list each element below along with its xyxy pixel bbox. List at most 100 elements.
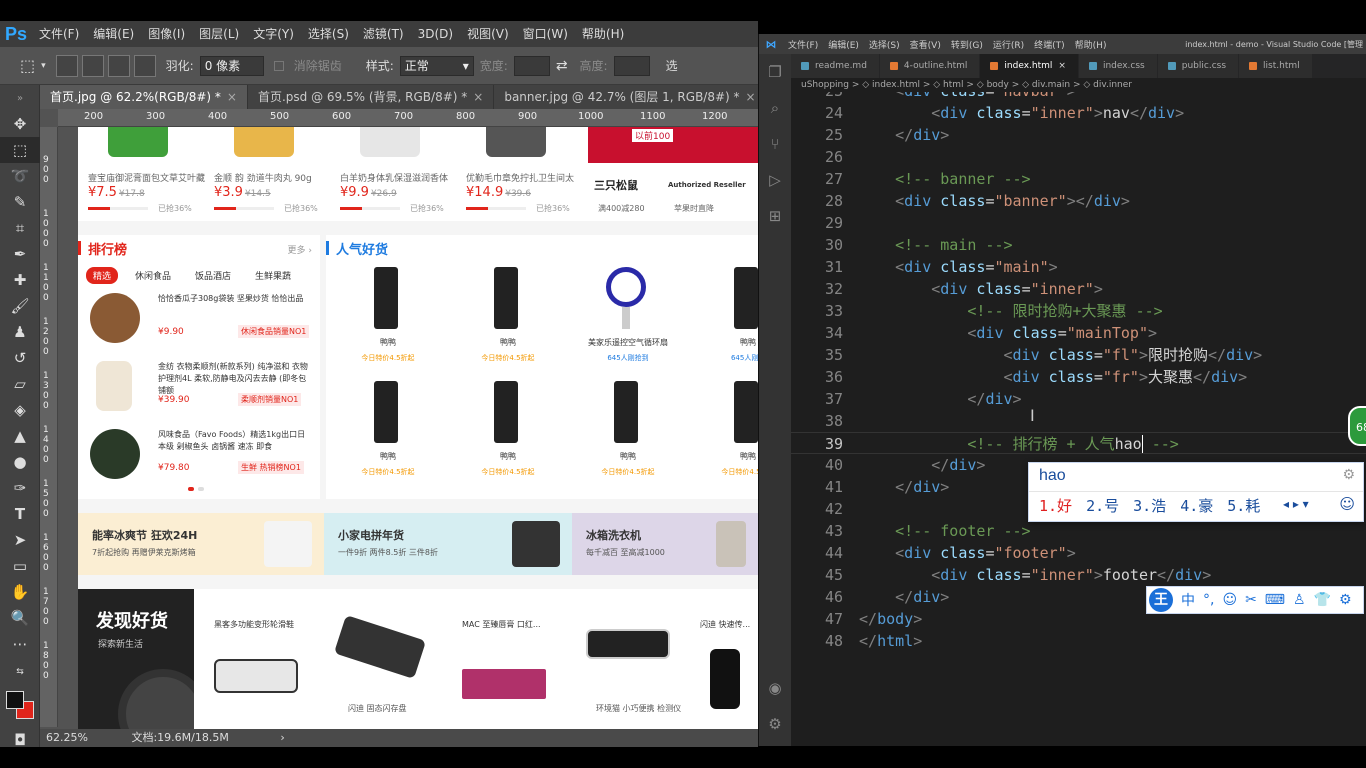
close-icon[interactable]: × <box>473 90 483 104</box>
lasso-tool-icon[interactable]: ➰ <box>0 163 40 189</box>
ime-candidate[interactable]: 3.浩 <box>1133 495 1166 516</box>
crop-tool-icon[interactable]: ⌗ <box>0 215 40 241</box>
ps-tab-1[interactable]: 首页.jpg @ 62.2%(RGB/8#) * × <box>40 85 248 109</box>
vs-menu-terminal[interactable]: 终端(T) <box>1029 38 1070 51</box>
tab-index-css[interactable]: index.css <box>1078 54 1158 78</box>
ime-candidate[interactable]: 5.耗 <box>1227 495 1260 516</box>
status-arrow-icon[interactable]: › <box>280 731 284 744</box>
user-icon[interactable]: ♙ <box>1289 592 1310 608</box>
style-select[interactable]: 正常 ▾ <box>399 55 474 76</box>
vs-menu-help[interactable]: 帮助(H) <box>1070 38 1112 51</box>
blur-tool-icon[interactable]: ▲ <box>0 423 40 449</box>
dodge-tool-icon[interactable]: ● <box>0 449 40 475</box>
vs-menu-goto[interactable]: 转到(G) <box>946 38 988 51</box>
quick-select-tool-icon[interactable]: ✎ <box>0 189 40 215</box>
vs-menu-edit[interactable]: 编辑(E) <box>823 38 864 51</box>
pen-tool-icon[interactable]: ✑ <box>0 475 40 501</box>
ps-menu-layer[interactable]: 图层(L) <box>192 21 246 47</box>
vs-menu-selection[interactable]: 选择(S) <box>864 38 905 51</box>
antialias-checkbox[interactable] <box>273 60 284 71</box>
eraser-tool-icon[interactable]: ▱ <box>0 371 40 397</box>
tab-public-css[interactable]: public.css <box>1157 54 1240 78</box>
stamp-tool-icon[interactable]: ♟ <box>0 319 40 345</box>
vs-menu-run[interactable]: 运行(R) <box>988 38 1029 51</box>
ps-menu-edit[interactable]: 编辑(E) <box>86 21 141 47</box>
type-tool-icon[interactable]: T <box>0 501 40 527</box>
ps-menu-filter[interactable]: 滤镜(T) <box>356 21 411 47</box>
ps-menu-view[interactable]: 视图(V) <box>460 21 516 47</box>
vs-menu-view[interactable]: 查看(V) <box>905 38 946 51</box>
width-input[interactable] <box>513 55 550 76</box>
ps-tab-2[interactable]: 首页.psd @ 69.5% (背景, RGB/8#) * × <box>248 85 495 109</box>
brush-tool-icon[interactable]: 🖌 <box>0 293 40 319</box>
intersect-selection-icon[interactable] <box>133 54 156 77</box>
scissors-icon[interactable]: ✂ <box>1241 592 1261 608</box>
swap-colors-icon[interactable]: ⇆ <box>0 657 40 687</box>
gear-icon[interactable]: ⚙ <box>1342 467 1355 483</box>
tab-4-outline[interactable]: 4-outline.html <box>879 54 981 78</box>
explorer-icon[interactable]: ❐ <box>759 54 791 90</box>
code-editor[interactable]: 23 <div class="navbar"> 24 <div class="i… <box>791 92 1366 746</box>
ps-menu-window[interactable]: 窗口(W) <box>516 21 575 47</box>
feather-input[interactable]: 0 像素 <box>199 55 264 76</box>
shape-tool-icon[interactable]: ▭ <box>0 553 40 579</box>
search-icon[interactable]: ⌕ <box>759 90 791 126</box>
select-mask-button[interactable]: 选 <box>666 57 678 74</box>
floating-badge[interactable]: 68 <box>1348 406 1366 446</box>
ime-candidate[interactable]: 2.号 <box>1086 495 1119 516</box>
ime-candidate[interactable]: 4.豪 <box>1180 495 1213 516</box>
more-tools-icon[interactable]: ⋯ <box>0 631 40 657</box>
collapse-icon[interactable]: » <box>0 85 40 111</box>
ps-menu-3d[interactable]: 3D(D) <box>411 21 460 47</box>
ime-page-nav[interactable]: ◂ ▸ ▾ <box>1283 497 1309 511</box>
punctuation-icon[interactable]: °, <box>1199 592 1218 608</box>
ime-logo-icon[interactable]: 王 <box>1149 588 1173 612</box>
keyboard-icon[interactable]: ⌨ <box>1261 592 1289 608</box>
close-icon[interactable]: × <box>1058 61 1066 71</box>
emoji-icon[interactable]: ☺ <box>1339 495 1355 513</box>
swap-icon[interactable]: ⇄ <box>556 58 568 74</box>
skin-icon[interactable]: 👕 <box>1310 592 1335 608</box>
marquee-tool-icon[interactable]: ⬚ <box>20 56 35 75</box>
ime-mode-toggle[interactable]: 中 <box>1177 590 1199 610</box>
run-debug-icon[interactable]: ▷ <box>759 162 791 198</box>
ime-candidate[interactable]: 1.好 <box>1039 495 1072 516</box>
source-control-icon[interactable]: ⑂ <box>759 126 791 162</box>
ps-menu-image[interactable]: 图像(I) <box>141 21 192 47</box>
vs-menu-file[interactable]: 文件(F) <box>783 38 823 51</box>
rect-marquee-tool-icon[interactable]: ⬚ <box>0 137 40 163</box>
ps-tab-3[interactable]: banner.jpg @ 42.7% (图层 1, RGB/8#) * × <box>494 85 767 109</box>
breadcrumb[interactable]: uShopping > ◇ index.html > ◇ html > ◇ bo… <box>791 78 1366 92</box>
move-tool-icon[interactable]: ✥ <box>0 111 40 137</box>
chevron-down-icon[interactable]: ▾ <box>41 61 46 71</box>
close-icon[interactable]: × <box>746 90 756 104</box>
eyedropper-tool-icon[interactable]: ✒ <box>0 241 40 267</box>
ps-menu-type[interactable]: 文字(Y) <box>246 21 301 47</box>
zoom-tool-icon[interactable]: 🔍 <box>0 605 40 631</box>
height-input[interactable] <box>613 55 650 76</box>
path-select-tool-icon[interactable]: ➤ <box>0 527 40 553</box>
gear-icon[interactable]: ⚙ <box>759 706 791 742</box>
quick-mask-icon[interactable]: ◘ <box>0 727 40 753</box>
healing-brush-tool-icon[interactable]: ✚ <box>0 267 40 293</box>
color-swatches[interactable] <box>0 687 40 727</box>
tab-readme[interactable]: readme.md <box>791 54 880 78</box>
foreground-color-swatch[interactable] <box>6 691 24 709</box>
hand-tool-icon[interactable]: ✋ <box>0 579 40 605</box>
gear-icon[interactable]: ⚙ <box>1335 592 1356 608</box>
add-selection-icon[interactable] <box>81 54 104 77</box>
paint-bucket-tool-icon[interactable]: ◈ <box>0 397 40 423</box>
close-icon[interactable]: × <box>227 90 237 104</box>
ps-menu-select[interactable]: 选择(S) <box>301 21 356 47</box>
account-icon[interactable]: ◉ <box>759 670 791 706</box>
new-selection-icon[interactable] <box>55 54 78 77</box>
tab-list-html[interactable]: list.html <box>1239 54 1313 78</box>
ps-menu-file[interactable]: 文件(F) <box>32 21 86 47</box>
ps-canvas[interactable]: 壹宝庙御泥膏面包文草艾叶藏 ¥7.5 ¥17.8 已抢36% 金顺 韵 劲道牛肉丸… <box>58 127 758 729</box>
history-brush-tool-icon[interactable]: ↺ <box>0 345 40 371</box>
subtract-selection-icon[interactable] <box>107 54 130 77</box>
extensions-icon[interactable]: ⊞ <box>759 198 791 234</box>
emoji-icon[interactable]: ☺ <box>1218 592 1241 608</box>
ps-menu-help[interactable]: 帮助(H) <box>575 21 631 47</box>
tab-index-html[interactable]: index.html × <box>980 54 1079 78</box>
